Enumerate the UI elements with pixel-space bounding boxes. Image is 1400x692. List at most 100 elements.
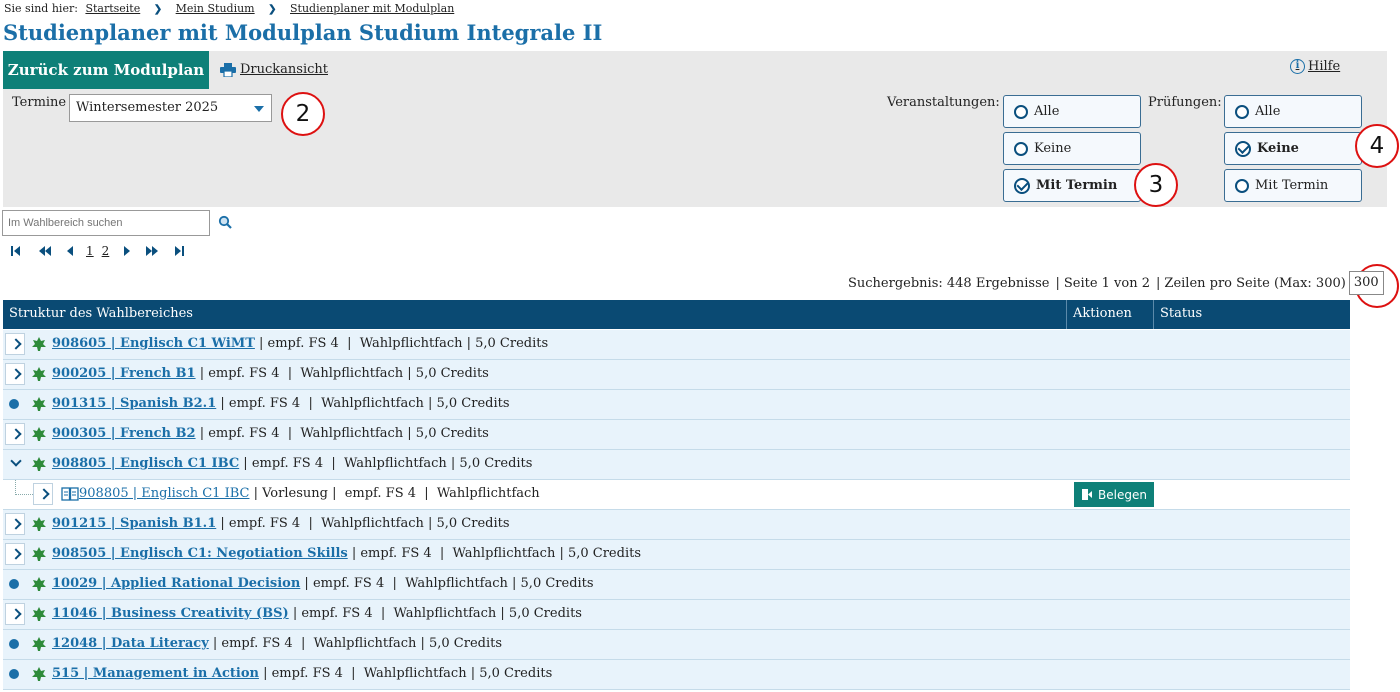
prev-page-icon[interactable] bbox=[66, 245, 74, 257]
page-title: Studienplaner mit Modulplan Studium Inte… bbox=[3, 20, 603, 45]
row-content: 515 | Management in Action | empf. FS 4 … bbox=[52, 666, 552, 681]
table-row: 908605 | Englisch C1 WiMT | empf. FS 4 |… bbox=[3, 330, 1350, 360]
module-link[interactable]: 10029 | Applied Rational Decision bbox=[52, 576, 300, 591]
veranstaltungen-keine-radio[interactable]: Keine bbox=[1003, 132, 1141, 165]
table-row: 901315 | Spanish B2.1 | empf. FS 4 | Wah… bbox=[3, 390, 1350, 420]
radio-unchecked-icon bbox=[1014, 104, 1028, 119]
leaf-icon bbox=[32, 547, 46, 561]
row-content: 901315 | Spanish B2.1 | empf. FS 4 | Wah… bbox=[52, 396, 510, 411]
module-details: | empf. FS 4 | Wahlpflichtfach | 5,0 Cre… bbox=[195, 426, 489, 441]
row-content: 908605 | Englisch C1 WiMT | empf. FS 4 |… bbox=[52, 336, 548, 351]
leaf-icon bbox=[32, 367, 46, 381]
row-content: 908805 | Englisch C1 IBC | empf. FS 4 | … bbox=[52, 456, 532, 471]
bullet-icon bbox=[9, 579, 19, 589]
module-link[interactable]: 515 | Management in Action bbox=[52, 666, 259, 681]
module-details: | empf. FS 4 | Wahlpflichtfach | 5,0 Cre… bbox=[347, 546, 641, 561]
pruefungen-label: Prüfungen: bbox=[1148, 95, 1222, 110]
module-link[interactable]: 12048 | Data Literacy bbox=[52, 636, 209, 651]
rewind-icon[interactable] bbox=[38, 245, 52, 257]
table-row: 908505 | Englisch C1: Negotiation Skills… bbox=[3, 540, 1350, 570]
bullet-icon bbox=[9, 399, 19, 409]
chevron-down-icon bbox=[254, 106, 264, 112]
table-row: 900205 | French B1 | empf. FS 4 | Wahlpf… bbox=[3, 360, 1350, 390]
next-page-icon[interactable] bbox=[123, 245, 131, 257]
veranstaltungen-alle-radio[interactable]: Alle bbox=[1003, 95, 1141, 128]
breadcrumb: Sie sind hier: Startseite ❯ Mein Studium… bbox=[4, 2, 454, 15]
row-content: 900205 | French B1 | empf. FS 4 | Wahlpf… bbox=[52, 366, 489, 381]
last-page-icon[interactable] bbox=[173, 245, 185, 257]
belegen-button[interactable]: Belegen bbox=[1074, 482, 1154, 507]
leaf-icon bbox=[32, 397, 46, 411]
leaf-icon bbox=[32, 637, 46, 651]
separator: | bbox=[1055, 275, 1060, 291]
row-content: 11046 | Business Creativity (BS) | empf.… bbox=[52, 606, 582, 621]
radio-unchecked-icon bbox=[1235, 104, 1249, 119]
back-to-modulplan-button[interactable]: Zurück zum Modulplan bbox=[3, 51, 209, 89]
table-row: 515 | Management in Action | empf. FS 4 … bbox=[3, 660, 1350, 690]
row-content: 900305 | French B2 | empf. FS 4 | Wahlpf… bbox=[52, 426, 489, 441]
table-row: 11046 | Business Creativity (BS) | empf.… bbox=[3, 600, 1350, 630]
callout-2: 2 bbox=[281, 92, 325, 136]
radio-label: Keine bbox=[1257, 141, 1299, 156]
expand-chevron-icon[interactable] bbox=[5, 363, 25, 385]
radio-unchecked-icon bbox=[1014, 141, 1028, 156]
column-header-status: Status bbox=[1160, 306, 1203, 321]
expand-chevron-icon[interactable] bbox=[5, 333, 25, 355]
first-page-icon[interactable] bbox=[10, 245, 22, 257]
module-link[interactable]: 901315 | Spanish B2.1 bbox=[52, 396, 216, 411]
row-content: 908805 | Englisch C1 IBC | Vorlesung | e… bbox=[79, 486, 540, 501]
pruefungen-keine-radio[interactable]: Keine bbox=[1224, 132, 1362, 165]
print-view-link[interactable]: Druckansicht bbox=[220, 62, 328, 77]
veranstaltungen-mit-termin-radio[interactable]: Mit Termin bbox=[1003, 169, 1141, 202]
table-row: 908805 | Englisch C1 IBC | empf. FS 4 | … bbox=[3, 450, 1350, 480]
table-header: Struktur des Wahlbereiches Aktionen Stat… bbox=[3, 300, 1350, 329]
module-details: | empf. FS 4 | Wahlpflichtfach | 5,0 Cre… bbox=[239, 456, 533, 471]
page-link-1[interactable]: 1 bbox=[86, 244, 94, 258]
row-content: 12048 | Data Literacy | empf. FS 4 | Wah… bbox=[52, 636, 502, 651]
breadcrumb-prefix: Sie sind hier: bbox=[4, 2, 78, 15]
pruefungen-alle-radio[interactable]: Alle bbox=[1224, 95, 1362, 128]
module-link[interactable]: 901215 | Spanish B1.1 bbox=[52, 516, 216, 531]
expand-chevron-icon[interactable] bbox=[5, 423, 25, 445]
expand-chevron-icon[interactable] bbox=[33, 483, 53, 505]
book-icon bbox=[61, 487, 79, 501]
table-row: 901215 | Spanish B1.1 | empf. FS 4 | Wah… bbox=[3, 510, 1350, 540]
toolbar: Zurück zum Modulplan Druckansicht i Hilf… bbox=[3, 51, 1387, 207]
search-icon[interactable] bbox=[218, 215, 232, 229]
breadcrumb-studienplaner[interactable]: Studienplaner mit Modulplan bbox=[290, 2, 454, 15]
expand-chevron-icon[interactable] bbox=[5, 543, 25, 565]
page-link-2[interactable]: 2 bbox=[102, 244, 110, 258]
bullet-icon bbox=[9, 639, 19, 649]
radio-checked-icon bbox=[1235, 140, 1251, 157]
breadcrumb-startseite[interactable]: Startseite bbox=[85, 2, 140, 15]
expand-chevron-icon[interactable] bbox=[5, 603, 25, 625]
rows-per-page-input[interactable]: 300 bbox=[1348, 271, 1384, 295]
module-details: | empf. FS 4 | Wahlpflichtfach | 5,0 Cre… bbox=[208, 636, 503, 651]
callout-4: 4 bbox=[1355, 124, 1399, 168]
leaf-icon bbox=[32, 427, 46, 441]
module-link[interactable]: 908805 | Englisch C1 IBC bbox=[79, 486, 249, 501]
separator: | bbox=[1156, 275, 1161, 291]
collapse-chevron-icon[interactable] bbox=[5, 453, 25, 475]
radio-checked-icon bbox=[1014, 177, 1030, 194]
door-icon bbox=[1082, 489, 1093, 500]
module-link[interactable]: 11046 | Business Creativity (BS) bbox=[52, 606, 289, 621]
termine-select[interactable]: Wintersemester 2025 bbox=[69, 94, 272, 122]
leaf-icon bbox=[32, 667, 46, 681]
radio-label: Keine bbox=[1034, 141, 1072, 156]
module-link[interactable]: 900305 | French B2 bbox=[52, 426, 196, 441]
radio-label: Alle bbox=[1255, 104, 1281, 119]
search-input[interactable] bbox=[2, 210, 210, 236]
module-link[interactable]: 900205 | French B1 bbox=[52, 366, 196, 381]
module-link[interactable]: 908805 | Englisch C1 IBC bbox=[52, 456, 239, 471]
module-link[interactable]: 908505 | Englisch C1: Negotiation Skills bbox=[52, 546, 348, 561]
pruefungen-mit-termin-radio[interactable]: Mit Termin bbox=[1224, 169, 1362, 202]
fast-forward-icon[interactable] bbox=[145, 245, 159, 257]
table-row-child: 908805 | Englisch C1 IBC | Vorlesung | e… bbox=[3, 480, 1350, 510]
result-info: Suchergebnis: 448 Ergebnisse | Seite 1 v… bbox=[848, 271, 1384, 295]
expand-chevron-icon[interactable] bbox=[5, 513, 25, 535]
leaf-icon bbox=[32, 607, 46, 621]
help-link[interactable]: i Hilfe bbox=[1290, 59, 1340, 74]
breadcrumb-mein-studium[interactable]: Mein Studium bbox=[176, 2, 255, 15]
module-link[interactable]: 908605 | Englisch C1 WiMT bbox=[52, 336, 255, 351]
